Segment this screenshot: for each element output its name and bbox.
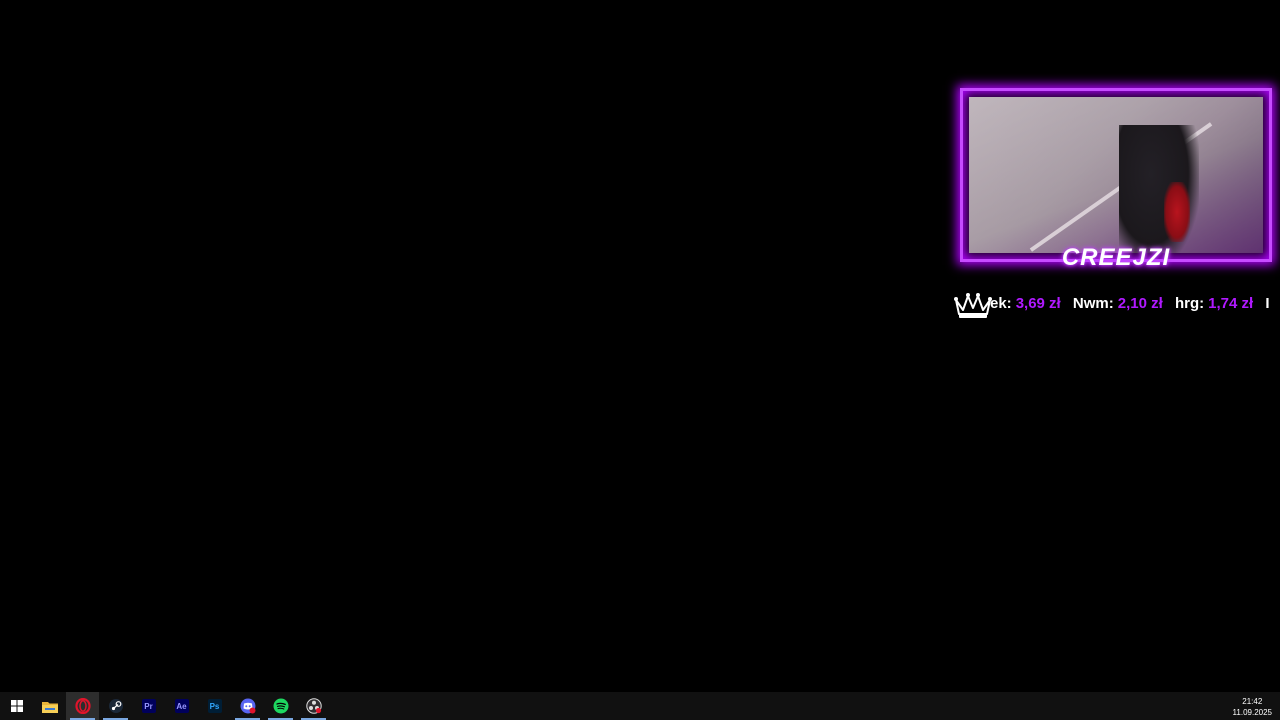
ticker-amount: 1,74 zł [1208, 295, 1254, 312]
ticker-amount: 3,69 zł [1015, 295, 1061, 312]
crown-icon [954, 293, 992, 318]
after-effects-icon: Ae [174, 699, 189, 713]
ticker-donor-name: I [1265, 295, 1270, 312]
ticker-donor-name: ek: [990, 295, 1012, 312]
webcam-feed [969, 97, 1263, 253]
webcam-red-object [1164, 182, 1190, 242]
clock-date: 11.09.2025 [1232, 708, 1272, 717]
taskbar-file-explorer[interactable] [33, 692, 66, 720]
taskbar-spotify[interactable] [264, 692, 297, 720]
steam-icon [108, 699, 123, 713]
ticker-donor-name: Nwm: [1072, 295, 1114, 312]
webcam-background [969, 97, 1263, 253]
photoshop-icon: Ps [207, 699, 222, 713]
windows-start-icon [10, 700, 23, 712]
taskbar-photoshop[interactable]: Ps [198, 692, 231, 720]
file-explorer-icon [41, 701, 58, 713]
taskbar-opera[interactable] [66, 692, 99, 720]
opera-icon [74, 698, 91, 714]
ticker-amount: 2,10 zł [1117, 295, 1163, 312]
obs-icon [305, 698, 322, 714]
ticker-donor-name: hrg: [1174, 295, 1205, 312]
taskbar-steam[interactable] [99, 692, 132, 720]
start-button[interactable] [0, 692, 33, 720]
ticker-text: ek: 3,69 zł Nwm: 2,10 zł hrg: 1,74 zł I [990, 295, 1272, 312]
system-clock[interactable]: 21:42 11.09.2025 [1233, 696, 1272, 718]
donation-ticker: ek: 3,69 zł Nwm: 2,10 zł hrg: 1,74 zł I [952, 290, 1272, 320]
taskbar: Pr Ae Ps 21:42 11.09.2025 [0, 692, 1280, 720]
discord-icon [240, 698, 255, 714]
taskbar-premiere-pro[interactable]: Pr [132, 692, 165, 720]
spotify-icon [273, 698, 288, 714]
streamer-name: CREEJZI [1061, 244, 1171, 271]
clock-time: 21:42 [1242, 697, 1263, 706]
taskbar-obs[interactable] [297, 692, 330, 720]
taskbar-after-effects[interactable]: Ae [165, 692, 198, 720]
taskbar-discord[interactable] [231, 692, 264, 720]
webcam-overlay-frame [960, 88, 1272, 262]
premiere-pro-icon: Pr [141, 699, 156, 713]
